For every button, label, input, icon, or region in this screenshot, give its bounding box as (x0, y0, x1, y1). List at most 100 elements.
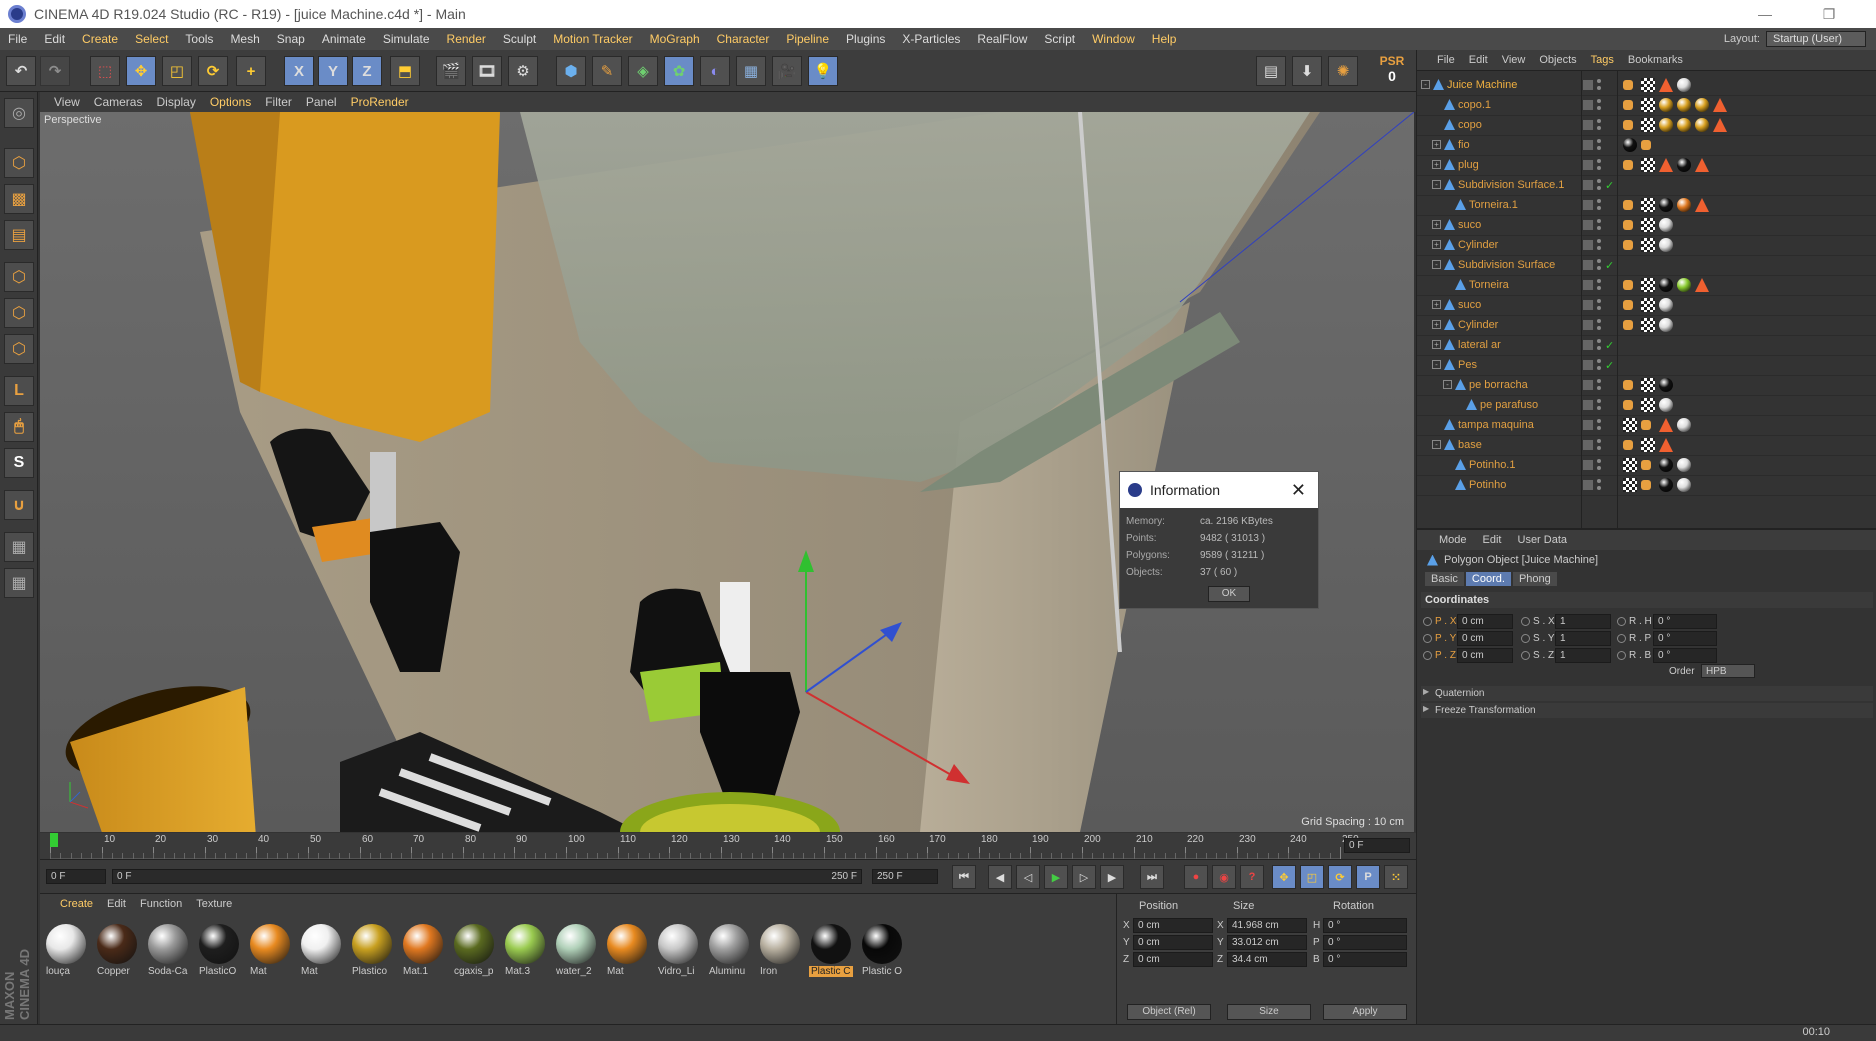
viewport-menu-panel[interactable]: Panel (306, 95, 337, 109)
material-swatch[interactable]: louça (44, 922, 88, 988)
coordinate-field[interactable]: 0 cm (1457, 631, 1513, 646)
rotation-p-field[interactable]: 0 ° (1323, 935, 1407, 950)
position-x-field[interactable]: 0 cm (1133, 918, 1213, 933)
live-selection-icon[interactable]: ⬚ (90, 56, 120, 86)
object-name[interactable]: suco (1458, 219, 1481, 231)
next-key-icon[interactable]: ▶ (1100, 865, 1124, 889)
editor-visibility-icon[interactable] (1597, 359, 1601, 363)
coordinate-field[interactable]: 0 ° (1653, 614, 1717, 629)
material-menu-edit[interactable]: Edit (107, 898, 126, 910)
tag-org-icon[interactable] (1623, 440, 1633, 450)
object-name[interactable]: Torneira.1 (1469, 199, 1518, 211)
tag-org-icon[interactable] (1623, 300, 1633, 310)
tag-blk-icon[interactable] (1677, 158, 1691, 172)
editor-visibility-icon[interactable] (1597, 99, 1601, 103)
rotate-tool-icon[interactable]: ⟳ (198, 56, 228, 86)
attribute-menu-mode[interactable]: Mode (1439, 534, 1467, 546)
layer-visibility-icon[interactable] (1583, 260, 1593, 270)
render-visibility-icon[interactable] (1597, 266, 1601, 270)
start-frame-field[interactable]: 0 F (46, 869, 106, 884)
layer-visibility-icon[interactable] (1583, 340, 1593, 350)
keyframe-radio[interactable] (1521, 634, 1530, 643)
tag-chk-icon[interactable] (1623, 458, 1637, 472)
tag-sph-icon[interactable] (1677, 78, 1691, 92)
position-y-field[interactable]: 0 cm (1133, 935, 1213, 950)
material-swatch[interactable]: Mat (605, 922, 649, 988)
object-name[interactable]: Cylinder (1458, 239, 1498, 251)
editor-visibility-icon[interactable] (1597, 119, 1601, 123)
layer-visibility-icon[interactable] (1583, 140, 1593, 150)
menu-select[interactable]: Select (135, 32, 168, 46)
pen-spline-icon[interactable]: ✎ (592, 56, 622, 86)
object-menu-edit[interactable]: Edit (1469, 54, 1488, 66)
coordinate-field[interactable]: 1 (1555, 631, 1611, 646)
tag-sph-icon[interactable] (1659, 218, 1673, 232)
minimize-button[interactable]: — (1742, 0, 1788, 28)
menu-snap[interactable]: Snap (277, 32, 305, 46)
planar-workplane-icon[interactable]: ▦ (4, 568, 34, 598)
autokeying-icon[interactable]: ◉ (1212, 865, 1236, 889)
tag-chk-icon[interactable] (1641, 78, 1655, 92)
editor-visibility-icon[interactable] (1597, 379, 1601, 383)
position-key-icon[interactable]: ✥ (1272, 865, 1296, 889)
menu-animate[interactable]: Animate (322, 32, 366, 46)
layout-dropdown[interactable]: Startup (User) (1766, 31, 1866, 47)
render-visibility-icon[interactable] (1597, 286, 1601, 290)
object-name[interactable]: copo.1 (1458, 99, 1491, 111)
tag-orange-icon[interactable] (1677, 198, 1691, 212)
object-name[interactable]: Subdivision Surface.1 (1458, 179, 1564, 191)
size-z-field[interactable]: 34.4 cm (1227, 952, 1307, 967)
keyframe-radio[interactable] (1423, 617, 1432, 626)
tag-gold-icon[interactable] (1695, 118, 1709, 132)
object-name[interactable]: lateral ar (1458, 339, 1501, 351)
material-swatch[interactable]: Mat.1 (401, 922, 445, 988)
object-name[interactable]: plug (1458, 159, 1479, 171)
tag-org-icon[interactable] (1623, 80, 1633, 90)
scale-key-icon[interactable]: ◰ (1300, 865, 1324, 889)
parameter-key-icon[interactable]: P (1356, 865, 1380, 889)
keyframe-radio[interactable] (1617, 634, 1626, 643)
viewport-menu-prorender[interactable]: ProRender (351, 95, 409, 109)
object-menu-bookmarks[interactable]: Bookmarks (1628, 54, 1683, 66)
menu-simulate[interactable]: Simulate (383, 32, 430, 46)
object-name[interactable]: fio (1458, 139, 1470, 151)
layer-visibility-icon[interactable] (1583, 180, 1593, 190)
expand-toggle-icon[interactable]: + (1432, 340, 1441, 349)
redo-icon[interactable]: ↷ (40, 56, 70, 86)
enabled-check-icon[interactable]: ✓ (1605, 339, 1614, 352)
tag-gold-icon[interactable] (1659, 98, 1673, 112)
object-row[interactable]: - Juice Machine (1417, 76, 1876, 96)
tag-blk-icon[interactable] (1659, 478, 1673, 492)
axis-mode-icon[interactable]: L (4, 376, 34, 406)
tag-org-icon[interactable] (1623, 220, 1633, 230)
material-swatch[interactable]: Mat (299, 922, 343, 988)
object-name[interactable]: pe parafuso (1480, 399, 1538, 411)
coordinate-field[interactable]: 0 ° (1653, 648, 1717, 663)
render-visibility-icon[interactable] (1597, 486, 1601, 490)
previous-key-icon[interactable]: ◀ (988, 865, 1012, 889)
attribute-tab-coord[interactable]: Coord. (1465, 572, 1511, 586)
object-name[interactable]: Potinho.1 (1469, 459, 1515, 471)
object-menu-objects[interactable]: Objects (1539, 54, 1576, 66)
menu-tools[interactable]: Tools (185, 32, 213, 46)
tag-sph-icon[interactable] (1677, 478, 1691, 492)
tag-gold-icon[interactable] (1659, 118, 1673, 132)
object-row[interactable]: - Pes ✓ (1417, 356, 1876, 376)
tag-chk-icon[interactable] (1623, 418, 1637, 432)
keyframe-selection-icon[interactable]: ? (1240, 865, 1264, 889)
expand-toggle-icon[interactable]: + (1432, 160, 1441, 169)
coordinate-mode-dropdown[interactable]: Object (Rel) (1127, 1004, 1211, 1020)
menu-help[interactable]: Help (1152, 32, 1177, 46)
tag-blk-icon[interactable] (1659, 198, 1673, 212)
editor-visibility-icon[interactable] (1597, 279, 1601, 283)
material-swatch[interactable]: Mat (248, 922, 292, 988)
editor-visibility-icon[interactable] (1597, 259, 1601, 263)
editor-visibility-icon[interactable] (1597, 159, 1601, 163)
layer-visibility-icon[interactable] (1583, 420, 1593, 430)
object-name[interactable]: suco (1458, 299, 1481, 311)
attribute-menu-user-data[interactable]: User Data (1518, 534, 1568, 546)
undo-icon[interactable]: ↶ (6, 56, 36, 86)
layer-visibility-icon[interactable] (1583, 120, 1593, 130)
expand-toggle-icon[interactable]: + (1432, 320, 1441, 329)
editor-visibility-icon[interactable] (1597, 339, 1601, 343)
